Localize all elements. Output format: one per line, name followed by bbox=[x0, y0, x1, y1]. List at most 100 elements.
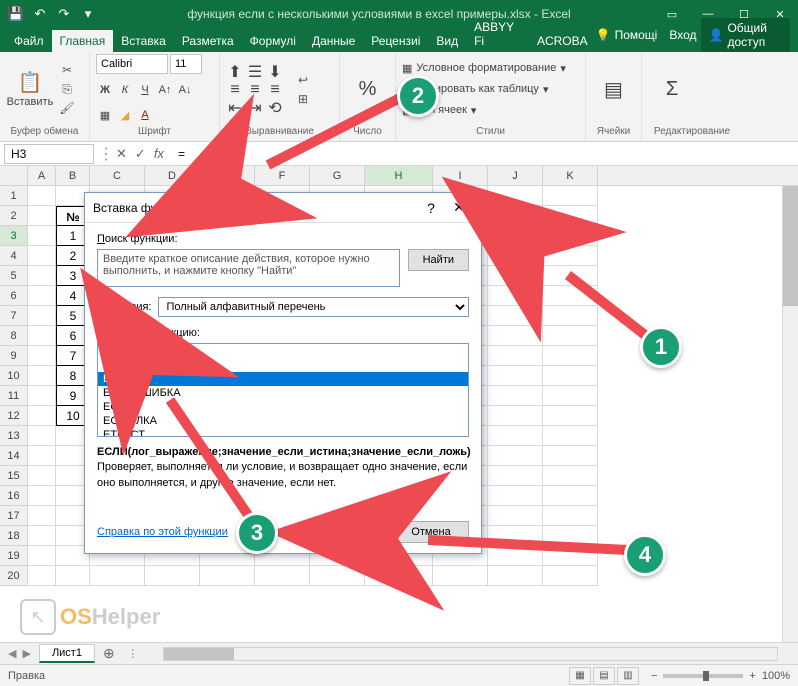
row-header[interactable]: 13 bbox=[0, 426, 28, 446]
enter-formula-icon[interactable]: ✓ bbox=[135, 146, 146, 162]
font-grow-icon[interactable]: A↑ bbox=[156, 81, 174, 99]
align-center-icon[interactable]: ≡ bbox=[246, 81, 264, 99]
redo-icon[interactable]: ↷ bbox=[56, 6, 72, 22]
orientation-icon[interactable]: ⟲ bbox=[266, 99, 284, 117]
cell[interactable] bbox=[56, 566, 90, 586]
dialog-help-icon[interactable]: ? bbox=[417, 200, 445, 216]
cell[interactable] bbox=[543, 286, 598, 306]
col-header[interactable]: I bbox=[433, 166, 488, 185]
font-shrink-icon[interactable]: A↓ bbox=[176, 81, 194, 99]
cell[interactable] bbox=[488, 246, 543, 266]
cell[interactable] bbox=[255, 566, 310, 586]
cell[interactable] bbox=[488, 306, 543, 326]
cell[interactable] bbox=[543, 486, 598, 506]
cell[interactable] bbox=[28, 246, 56, 266]
cell[interactable] bbox=[433, 566, 488, 586]
cell[interactable] bbox=[543, 566, 598, 586]
cell[interactable] bbox=[543, 186, 598, 206]
help-link[interactable]: Справка по этой функции bbox=[97, 526, 228, 538]
cell[interactable] bbox=[488, 466, 543, 486]
cell[interactable] bbox=[488, 286, 543, 306]
row-header[interactable]: 7 bbox=[0, 306, 28, 326]
cell[interactable] bbox=[543, 246, 598, 266]
cell[interactable] bbox=[28, 546, 56, 566]
cancel-formula-icon[interactable]: ✕ bbox=[116, 146, 127, 162]
cell[interactable] bbox=[488, 346, 543, 366]
col-header[interactable]: G bbox=[310, 166, 365, 185]
cell[interactable] bbox=[488, 206, 543, 226]
col-header[interactable]: J bbox=[488, 166, 543, 185]
row-header[interactable]: 15 bbox=[0, 466, 28, 486]
cell[interactable] bbox=[28, 486, 56, 506]
cell[interactable] bbox=[543, 426, 598, 446]
row-header[interactable]: 12 bbox=[0, 406, 28, 426]
col-header[interactable]: B bbox=[56, 166, 90, 185]
row-header[interactable]: 10 bbox=[0, 366, 28, 386]
col-header[interactable]: E bbox=[200, 166, 255, 185]
cell[interactable] bbox=[28, 366, 56, 386]
tab-file[interactable]: Файл bbox=[6, 30, 52, 52]
cell[interactable] bbox=[28, 326, 56, 346]
cell[interactable] bbox=[488, 506, 543, 526]
cell[interactable] bbox=[28, 386, 56, 406]
cell[interactable] bbox=[365, 566, 433, 586]
col-header[interactable]: C bbox=[90, 166, 145, 185]
function-list-item[interactable]: ЕСНД bbox=[98, 400, 468, 414]
merge-icon[interactable]: ⊞ bbox=[294, 91, 312, 107]
find-button[interactable]: Найти bbox=[408, 249, 469, 271]
cancel-button[interactable]: Отмена bbox=[393, 521, 469, 543]
search-function-input[interactable]: Введите краткое описание действия, котор… bbox=[97, 249, 400, 287]
sheet-tab[interactable]: Лист1 bbox=[39, 644, 95, 663]
tab-home[interactable]: Главная bbox=[52, 30, 114, 52]
col-header[interactable]: K bbox=[543, 166, 598, 185]
align-middle-icon[interactable]: ☰ bbox=[246, 63, 264, 81]
normal-view-icon[interactable]: ▦ bbox=[569, 667, 591, 685]
dialog-close-icon[interactable]: ✕ bbox=[445, 199, 473, 216]
zoom-in-icon[interactable]: + bbox=[749, 670, 755, 682]
number-format-button[interactable]: % bbox=[346, 57, 389, 121]
paste-button[interactable]: 📋 Вставить bbox=[6, 57, 54, 121]
zoom-slider[interactable] bbox=[663, 674, 743, 678]
cell[interactable] bbox=[543, 386, 598, 406]
cell[interactable] bbox=[488, 546, 543, 566]
tab-review[interactable]: Рецензиі bbox=[363, 30, 428, 52]
col-header[interactable]: F bbox=[255, 166, 310, 185]
cell[interactable] bbox=[28, 406, 56, 426]
save-icon[interactable]: 💾 bbox=[8, 6, 24, 22]
cut-icon[interactable]: ✂ bbox=[58, 62, 76, 78]
formula-input[interactable]: = bbox=[172, 147, 798, 161]
cell[interactable] bbox=[28, 186, 56, 206]
cell[interactable] bbox=[543, 346, 598, 366]
help-icon[interactable]: 💡 bbox=[596, 28, 611, 42]
cell[interactable] bbox=[28, 466, 56, 486]
cell[interactable] bbox=[28, 506, 56, 526]
col-header[interactable]: H bbox=[365, 166, 433, 185]
row-header[interactable]: 19 bbox=[0, 546, 28, 566]
function-list[interactable]: ЕОШИБКАЕПУСТОЕСЛИЕСЛИОШИБКАЕСНДЕССЫЛКАЕТ… bbox=[97, 343, 469, 437]
sheet-nav-prev-icon[interactable]: ◀ bbox=[8, 647, 16, 660]
cell[interactable] bbox=[543, 326, 598, 346]
cell[interactable] bbox=[488, 486, 543, 506]
cell[interactable] bbox=[310, 566, 365, 586]
undo-icon[interactable]: ↶ bbox=[32, 6, 48, 22]
indent-decrease-icon[interactable]: ⇤ bbox=[226, 99, 244, 117]
function-list-item[interactable]: ЕОШИБКА bbox=[98, 344, 468, 358]
italic-button[interactable]: К bbox=[116, 81, 134, 99]
insert-function-icon[interactable]: fx bbox=[154, 146, 164, 162]
name-box[interactable]: H3 bbox=[4, 144, 94, 164]
ok-button[interactable]: OK bbox=[309, 521, 385, 543]
cell[interactable] bbox=[488, 426, 543, 446]
tab-view[interactable]: Вид bbox=[428, 30, 466, 52]
tab-acrobat[interactable]: ACROBA bbox=[529, 30, 596, 52]
tab-layout[interactable]: Разметка bbox=[174, 30, 242, 52]
wrap-text-icon[interactable]: ↩ bbox=[294, 72, 312, 88]
cell[interactable] bbox=[28, 226, 56, 246]
row-header[interactable]: 8 bbox=[0, 326, 28, 346]
row-header[interactable]: 9 bbox=[0, 346, 28, 366]
row-header[interactable]: 4 bbox=[0, 246, 28, 266]
cell[interactable] bbox=[488, 446, 543, 466]
row-header[interactable]: 5 bbox=[0, 266, 28, 286]
cell[interactable] bbox=[488, 386, 543, 406]
align-right-icon[interactable]: ≡ bbox=[266, 81, 284, 99]
bold-button[interactable]: Ж bbox=[96, 81, 114, 99]
